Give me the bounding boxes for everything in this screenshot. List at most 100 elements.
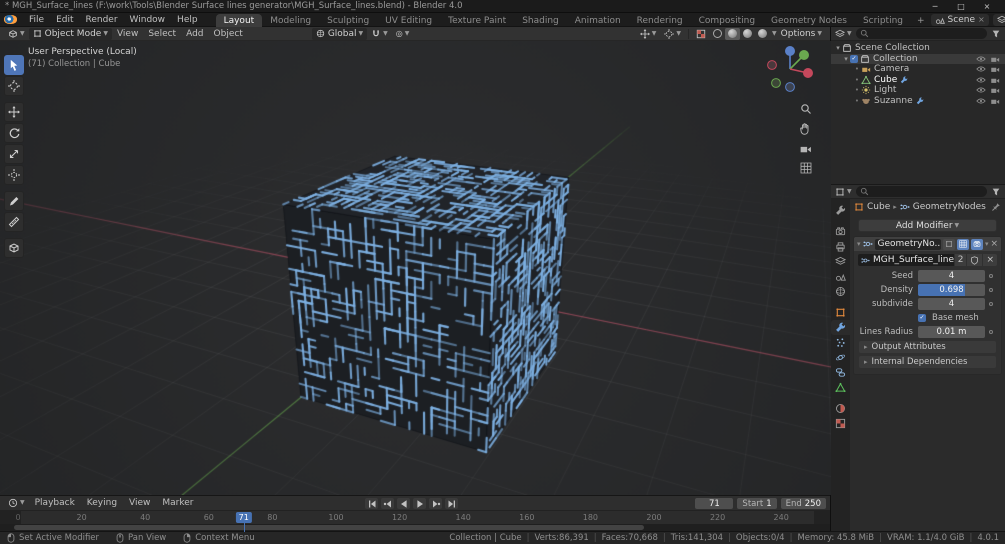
current-frame-field[interactable]: 71 bbox=[695, 498, 734, 509]
display-render-toggle[interactable] bbox=[970, 238, 983, 250]
menu-playback[interactable]: Playback bbox=[29, 498, 81, 508]
gizmo-neg-x-axis[interactable] bbox=[767, 60, 777, 70]
workspace-tab-geometry-nodes[interactable]: Geometry Nodes bbox=[763, 14, 855, 27]
shading-solid-button[interactable] bbox=[725, 27, 741, 40]
menu-render[interactable]: Render bbox=[80, 15, 124, 25]
hide-eye-icon[interactable] bbox=[976, 64, 986, 74]
workspace-tab-texture-paint[interactable]: Texture Paint bbox=[440, 14, 514, 27]
viewport-canvas[interactable] bbox=[0, 41, 831, 495]
workspace-tab-uv-editing[interactable]: UV Editing bbox=[377, 14, 440, 27]
view-layer-selector[interactable]: ViewLayer × bbox=[992, 13, 1005, 26]
blender-logo-icon[interactable] bbox=[4, 15, 17, 24]
render-visibility-icon[interactable] bbox=[990, 54, 1000, 64]
hide-eye-icon[interactable] bbox=[976, 96, 986, 106]
pan-hand-icon[interactable] bbox=[799, 122, 812, 135]
workspace-tab-compositing[interactable]: Compositing bbox=[691, 14, 763, 27]
tab-output[interactable] bbox=[831, 239, 850, 254]
breadcrumb-modifier[interactable]: GeometryNodes bbox=[913, 202, 986, 212]
render-visibility-icon[interactable] bbox=[990, 75, 1000, 85]
menu-marker[interactable]: Marker bbox=[156, 498, 199, 508]
node-group-users-button[interactable]: 2 bbox=[954, 254, 967, 266]
workspace-tab-animation[interactable]: Animation bbox=[567, 14, 629, 27]
outliner-editor-icon[interactable] bbox=[835, 29, 845, 39]
menu-object[interactable]: Object bbox=[209, 29, 248, 39]
tab-view-layer[interactable] bbox=[831, 254, 850, 269]
select-box-tool[interactable] bbox=[4, 55, 24, 75]
gizmo-z-axis[interactable] bbox=[785, 46, 795, 56]
fake-user-shield-button[interactable] bbox=[967, 254, 983, 266]
gizmo-x-axis[interactable] bbox=[803, 68, 813, 78]
tab-tool[interactable] bbox=[831, 203, 850, 218]
render-visibility-icon[interactable] bbox=[990, 96, 1000, 106]
maximize-button[interactable]: □ bbox=[948, 0, 974, 13]
hide-eye-icon[interactable] bbox=[976, 54, 986, 64]
outliner-row-collection[interactable]: ▾ ✓ Collection bbox=[831, 53, 1005, 64]
workspace-tab-shading[interactable]: Shading bbox=[514, 14, 567, 27]
menu-add[interactable]: Add bbox=[181, 29, 208, 39]
outliner-row-suzanne[interactable]: • Suzanne bbox=[831, 96, 1005, 107]
scene-selector[interactable]: Scene × bbox=[930, 13, 989, 26]
properties-filter-icon[interactable] bbox=[991, 187, 1001, 197]
proportional-edit-toggle[interactable]: ◎ ▼ bbox=[392, 28, 414, 40]
outliner-row-cube[interactable]: • Cube bbox=[831, 75, 1005, 86]
workspace-tab-rendering[interactable]: Rendering bbox=[629, 14, 691, 27]
jump-to-start-button[interactable] bbox=[365, 498, 378, 509]
outliner-search-input[interactable] bbox=[855, 28, 987, 39]
outliner-row-camera[interactable]: • Camera bbox=[831, 64, 1005, 75]
add-cube-tool[interactable] bbox=[4, 238, 24, 258]
xray-toggle[interactable] bbox=[692, 28, 710, 40]
seed-input[interactable]: 4 bbox=[918, 269, 985, 282]
tab-object-data[interactable] bbox=[831, 380, 850, 395]
base-mesh-checkbox[interactable]: ✓ bbox=[918, 313, 926, 322]
navigation-gizmo[interactable] bbox=[764, 43, 816, 95]
tab-texture[interactable] bbox=[831, 416, 850, 431]
seed-extras-icon[interactable] bbox=[985, 273, 997, 278]
measure-tool[interactable] bbox=[4, 212, 24, 232]
move-tool[interactable] bbox=[4, 102, 24, 122]
modifier-close-icon[interactable]: × bbox=[990, 239, 998, 249]
subdivide-extras-icon[interactable] bbox=[985, 301, 997, 306]
tab-render[interactable] bbox=[831, 224, 850, 239]
internal-dependencies-section[interactable]: ▸ Internal Dependencies bbox=[859, 356, 996, 368]
camera-view-icon[interactable] bbox=[799, 142, 812, 155]
gizmo-neg-z-axis[interactable] bbox=[785, 82, 795, 92]
transform-tool[interactable] bbox=[4, 165, 24, 185]
shading-material-button[interactable] bbox=[740, 28, 755, 40]
menu-help[interactable]: Help bbox=[171, 15, 204, 25]
tab-scene[interactable] bbox=[831, 269, 850, 284]
subdivide-input[interactable]: 4 bbox=[918, 297, 985, 310]
workspace-tab-scripting[interactable]: Scripting bbox=[855, 14, 911, 27]
lines-radius-extras-icon[interactable] bbox=[985, 329, 997, 334]
outliner-row-scene-collection[interactable]: ▾ Scene Collection bbox=[831, 43, 1005, 54]
tab-world[interactable] bbox=[831, 284, 850, 299]
unlink-node-group-button[interactable]: × bbox=[983, 254, 997, 266]
tab-particles[interactable] bbox=[831, 335, 850, 350]
modifier-name-input[interactable]: GeometryNo... bbox=[874, 238, 941, 250]
shading-rendered-button[interactable] bbox=[755, 28, 770, 40]
menu-view[interactable]: View bbox=[112, 29, 143, 39]
play-button[interactable] bbox=[413, 498, 426, 509]
tab-constraints[interactable] bbox=[831, 365, 850, 380]
mode-dropdown[interactable]: Object Mode ▼ bbox=[28, 27, 112, 40]
properties-search-input[interactable] bbox=[855, 186, 987, 197]
tab-modifiers[interactable] bbox=[831, 320, 850, 335]
cursor-tool[interactable] bbox=[4, 76, 24, 96]
workspace-tab-modeling[interactable]: Modeling bbox=[262, 14, 319, 27]
density-slider[interactable]: 0.698 bbox=[918, 283, 985, 296]
breadcrumb-object[interactable]: Cube bbox=[867, 202, 890, 212]
timeline-editor-type-button[interactable]: ▼ bbox=[4, 497, 29, 509]
render-visibility-icon[interactable] bbox=[990, 85, 1000, 95]
frame-end-field[interactable]: End 250 bbox=[780, 498, 826, 509]
workspace-tab-sculpting[interactable]: Sculpting bbox=[319, 14, 377, 27]
scale-tool[interactable] bbox=[4, 144, 24, 164]
hide-eye-icon[interactable] bbox=[976, 75, 986, 85]
lines-radius-input[interactable]: 0.01 m bbox=[918, 325, 985, 338]
collection-checkbox[interactable]: ✓ bbox=[850, 54, 858, 63]
menu-view-timeline[interactable]: View bbox=[123, 498, 156, 508]
play-reverse-button[interactable] bbox=[397, 498, 410, 509]
gizmo-y-axis[interactable] bbox=[799, 50, 809, 60]
jump-to-end-button[interactable] bbox=[445, 498, 458, 509]
rotate-tool[interactable] bbox=[4, 123, 24, 143]
tab-physics[interactable] bbox=[831, 350, 850, 365]
toggle-perspective-icon[interactable] bbox=[800, 162, 812, 174]
